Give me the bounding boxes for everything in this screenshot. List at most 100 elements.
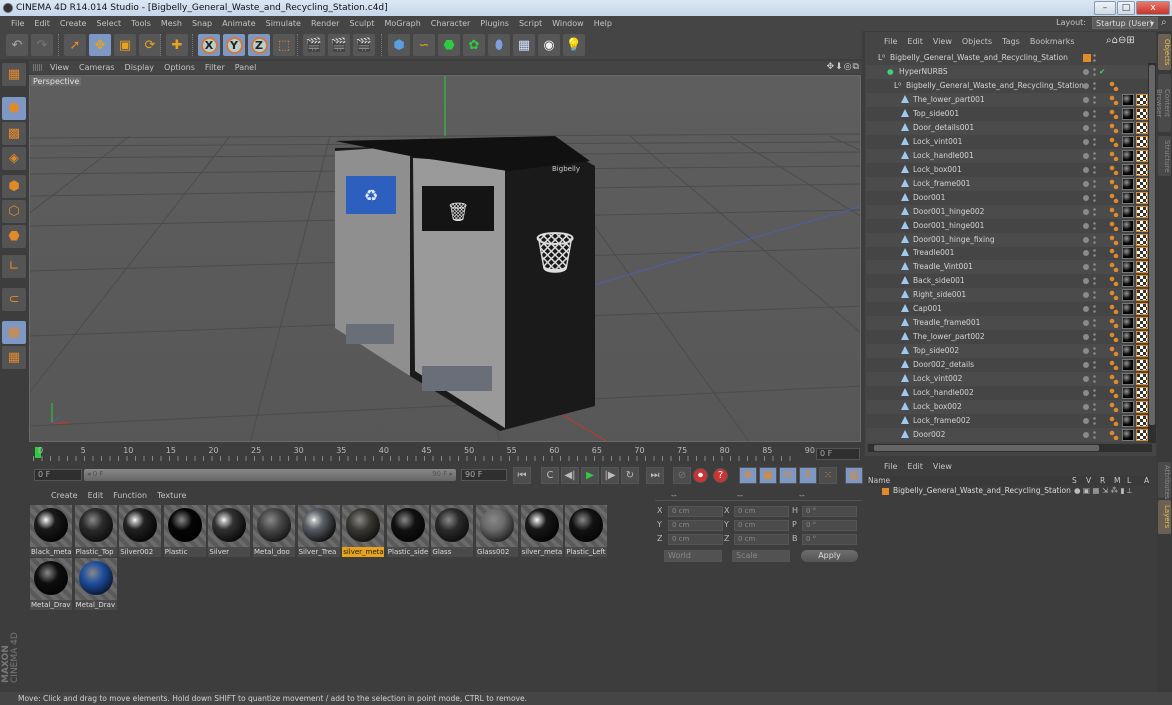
- material-tag-icon[interactable]: [1122, 233, 1134, 246]
- texture-tag-icon[interactable]: [1136, 261, 1148, 274]
- render-visibility-dots[interactable]: [1093, 108, 1096, 119]
- material-tag-icon[interactable]: [1122, 261, 1134, 274]
- phong-tag-icon[interactable]: [1109, 415, 1119, 426]
- phong-tag-icon[interactable]: [1109, 81, 1119, 91]
- editor-visibility-dot[interactable]: [1083, 334, 1089, 341]
- z-axis-icon[interactable]: Z: [248, 34, 270, 56]
- object-row[interactable]: Door001_hinge001: [866, 219, 1148, 233]
- editor-visibility-dot[interactable]: [1083, 152, 1089, 159]
- menu-plugins[interactable]: Plugins: [475, 19, 514, 28]
- editor-visibility-dot[interactable]: [1083, 320, 1089, 327]
- object-row[interactable]: Treadle001: [866, 246, 1148, 260]
- material-swatch[interactable]: Metal_Drav: [30, 558, 72, 610]
- layer-color-swatch[interactable]: [882, 488, 889, 495]
- editor-visibility-dot[interactable]: [1083, 292, 1089, 299]
- render-visibility-dots[interactable]: [1093, 234, 1096, 245]
- material-tag-icon[interactable]: [1122, 247, 1134, 260]
- material-swatch[interactable]: Metal_doo: [253, 505, 295, 557]
- render-visibility-dots[interactable]: [1093, 360, 1096, 371]
- object-menu-bookmarks[interactable]: Bookmarks: [1025, 37, 1080, 46]
- light-icon[interactable]: 💡: [563, 34, 585, 56]
- material-swatch[interactable]: Silver002: [119, 505, 162, 557]
- editor-visibility-dot[interactable]: [1083, 348, 1089, 355]
- phong-tag-icon[interactable]: [1109, 290, 1119, 301]
- object-row[interactable]: Door_details001: [866, 120, 1148, 135]
- material-tag-icon[interactable]: [1122, 428, 1134, 441]
- material-tag-icon[interactable]: [1122, 94, 1134, 106]
- coord-input[interactable]: 0 cm: [734, 520, 789, 531]
- spline-icon[interactable]: ∽: [413, 34, 435, 56]
- render-visibility-dots[interactable]: [1093, 387, 1096, 398]
- texture-tag-icon[interactable]: [1136, 149, 1148, 162]
- close-button[interactable]: x: [1136, 1, 1170, 15]
- object-row[interactable]: Lock_box001: [866, 163, 1148, 177]
- texture-tag-icon[interactable]: [1136, 163, 1148, 176]
- workplane-icon[interactable]: ◈: [2, 147, 26, 170]
- render-picture-viewer-icon[interactable]: 🎬: [328, 34, 350, 56]
- layer-flag-icons[interactable]: ● ▣ ▦ ⇲ ⁂ ▮ ⟂: [1074, 486, 1132, 496]
- render-visibility-dots[interactable]: [1093, 318, 1096, 329]
- layer-menu-file[interactable]: File: [879, 462, 902, 471]
- menu-help[interactable]: Help: [589, 19, 617, 28]
- material-tag-icon[interactable]: [1122, 163, 1134, 176]
- scale-mode-select[interactable]: Scale: [732, 550, 790, 562]
- editor-visibility-dot[interactable]: [1083, 250, 1089, 257]
- layout-select[interactable]: Startup (User): [1092, 17, 1158, 29]
- material-tag-icon[interactable]: [1122, 303, 1134, 316]
- layer-column-l[interactable]: L: [1127, 476, 1131, 485]
- texture-tag-icon[interactable]: [1136, 247, 1148, 260]
- menu-render[interactable]: Render: [306, 19, 344, 28]
- editor-visibility-dot[interactable]: [1083, 138, 1089, 145]
- material-menu-edit[interactable]: Edit: [83, 491, 109, 500]
- object-row[interactable]: Right_side001: [866, 288, 1148, 303]
- previous-frame-icon[interactable]: ◀|: [561, 467, 579, 484]
- nurbs-icon[interactable]: ⬣: [438, 34, 460, 56]
- object-row[interactable]: Top_side001: [866, 107, 1148, 121]
- object-row[interactable]: Lock_handle002: [866, 386, 1148, 400]
- render-view-icon[interactable]: 🎬: [303, 34, 325, 56]
- rotate-key-icon[interactable]: ⟳: [779, 467, 797, 484]
- object-row[interactable]: Back_side001: [866, 274, 1148, 288]
- material-swatch[interactable]: Silver: [208, 505, 251, 557]
- render-visibility-dots[interactable]: [1093, 401, 1096, 412]
- phong-tag-icon[interactable]: [1109, 374, 1119, 384]
- texture-tag-icon[interactable]: [1136, 275, 1148, 288]
- menu-animate[interactable]: Animate: [217, 19, 261, 28]
- material-tag-icon[interactable]: [1122, 205, 1134, 218]
- viewport-menu-panel[interactable]: Panel: [230, 63, 262, 72]
- texture-tag-icon[interactable]: [1136, 428, 1148, 441]
- phong-tag-icon[interactable]: [1109, 360, 1119, 371]
- render-visibility-dots[interactable]: [1093, 248, 1096, 259]
- phong-tag-icon[interactable]: [1109, 95, 1119, 105]
- texture-tag-icon[interactable]: [1136, 135, 1148, 148]
- undo-icon[interactable]: ↶: [6, 34, 28, 56]
- layer-menu-edit[interactable]: Edit: [902, 462, 928, 471]
- previous-key-icon[interactable]: C: [541, 467, 559, 484]
- material-swatch[interactable]: silver_meta: [342, 505, 385, 557]
- editor-visibility-dot[interactable]: [1083, 389, 1089, 396]
- phong-tag-icon[interactable]: [1109, 122, 1119, 133]
- camera-icon[interactable]: ◉: [538, 34, 560, 56]
- polygons-mode-icon[interactable]: ⬣: [2, 225, 26, 248]
- render-visibility-dots[interactable]: [1093, 122, 1096, 133]
- object-row[interactable]: L⁰ Bigbelly_General_Waste_and_Recycling_S…: [866, 51, 1148, 65]
- menu-tools[interactable]: Tools: [126, 19, 156, 28]
- array-icon[interactable]: ✿: [463, 34, 485, 56]
- floor-icon[interactable]: ▦: [513, 34, 535, 56]
- object-row[interactable]: Lock_frame001: [866, 176, 1148, 191]
- viewport-menu-cameras[interactable]: Cameras: [74, 63, 120, 72]
- render-visibility-dots[interactable]: [1093, 346, 1096, 357]
- material-tag-icon[interactable]: [1122, 177, 1134, 190]
- phong-tag-icon[interactable]: [1109, 276, 1119, 287]
- texture-tag-icon[interactable]: [1136, 219, 1148, 232]
- texture-tag-icon[interactable]: [1136, 205, 1148, 218]
- texture-tag-icon[interactable]: [1136, 386, 1148, 399]
- material-tag-icon[interactable]: [1122, 275, 1134, 288]
- coordinate-mode-select[interactable]: World: [664, 550, 722, 562]
- phong-tag-icon[interactable]: [1109, 178, 1119, 189]
- menu-mesh[interactable]: Mesh: [156, 19, 187, 28]
- material-tag-icon[interactable]: [1122, 345, 1134, 358]
- editor-visibility-dot[interactable]: [1083, 264, 1089, 271]
- texture-tag-icon[interactable]: [1136, 331, 1148, 344]
- object-row[interactable]: ● HyperNURBS ✔: [866, 65, 1148, 79]
